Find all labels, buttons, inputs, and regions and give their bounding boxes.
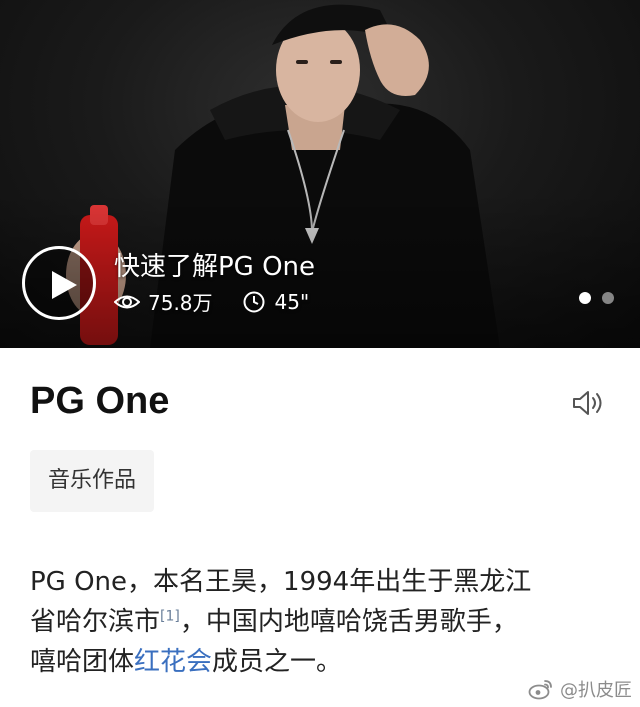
summary-line-1: PG One，本名王昊，1994年出生于黑龙江 — [30, 567, 532, 597]
summary-text: 嘻哈团体 — [30, 647, 135, 677]
play-button[interactable] — [22, 246, 96, 320]
entry-title: PG One — [30, 380, 170, 422]
video-title[interactable]: 快速了解PG One — [114, 246, 315, 283]
video-meta: 75.8万 45" — [114, 287, 309, 316]
citation-link[interactable]: [1] — [160, 608, 180, 624]
clock-icon — [243, 291, 265, 312]
video-duration: 45" — [274, 289, 310, 314]
watermark-text: @扒皮匠 — [560, 680, 632, 701]
carousel-dots — [579, 292, 614, 304]
eye-icon — [114, 295, 140, 308]
view-count: 75.8万 — [148, 291, 213, 315]
weibo-icon — [528, 680, 552, 700]
video-banner[interactable]: 快速了解PG One 75.8万 45" — [0, 0, 640, 348]
summary-text: 成员之一。 — [212, 647, 343, 677]
carousel-dot-1[interactable] — [579, 292, 591, 304]
entry-summary: PG One，本名王昊，1994年出生于黑龙江 省哈尔滨市[1]，中国内地嘻哈饶… — [30, 562, 620, 682]
summary-text: 省哈尔滨市 — [30, 607, 161, 637]
speaker-icon[interactable] — [571, 388, 607, 418]
carousel-dot-2[interactable] — [602, 292, 614, 304]
watermark: @扒皮匠 — [528, 676, 632, 702]
music-works-tag[interactable]: 音乐作品 — [30, 450, 155, 512]
summary-line-2: 省哈尔滨市[1]，中国内地嘻哈饶舌男歌手， — [30, 602, 620, 642]
summary-text: ，中国内地嘻哈饶舌男歌手， — [179, 607, 518, 637]
banner-gradient — [0, 0, 640, 348]
group-link[interactable]: 红花会 — [134, 647, 212, 677]
play-icon — [52, 271, 77, 299]
